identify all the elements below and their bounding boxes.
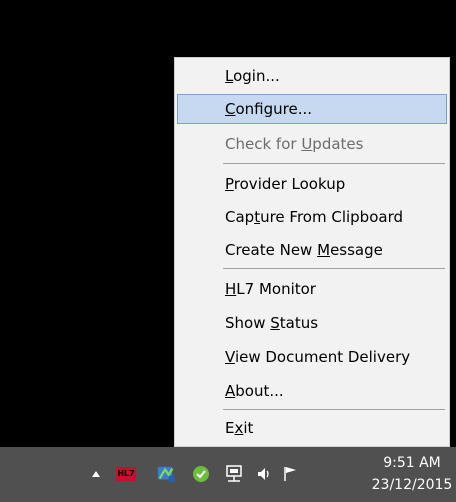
network-icon[interactable] [224, 464, 244, 484]
menu-separator [223, 268, 445, 269]
security-shield-icon[interactable] [191, 464, 211, 484]
hl7-app-tray-icon[interactable]: HL7 [116, 464, 136, 484]
speaker-volume-icon[interactable] [254, 464, 274, 484]
menu-separator [223, 163, 445, 164]
menu-item-show-status[interactable]: Show Status [177, 308, 447, 338]
clock-date: 23/12/2015 [371, 477, 453, 493]
menu-item-check-for-updates[interactable]: Check for Updates [177, 129, 447, 159]
menu-item-view-document-delivery[interactable]: View Document Delivery [177, 342, 447, 372]
taskbar: HL7 9:51 AM 23/12/2015 [0, 447, 456, 502]
menu-item-create-new-message[interactable]: Create New Message [177, 235, 447, 265]
menu-item-login[interactable]: Login... [177, 61, 447, 91]
taskbar-clock[interactable]: 9:51 AM 23/12/2015 [370, 452, 454, 496]
menu-separator [223, 409, 445, 410]
action-center-flag-icon[interactable] [280, 464, 300, 484]
menu-item-configure[interactable]: Configure... [177, 94, 447, 124]
tray-context-menu: Login... Configure... Check for Updates … [174, 57, 450, 447]
show-hidden-icons-chevron-up-icon[interactable] [86, 464, 106, 484]
clock-time: 9:51 AM [383, 455, 441, 471]
menu-item-provider-lookup[interactable]: Provider Lookup [177, 169, 447, 199]
menu-item-about[interactable]: About... [177, 376, 447, 406]
app-globe-tray-icon[interactable] [156, 464, 176, 484]
menu-item-exit[interactable]: Exit [177, 413, 447, 443]
menu-item-capture-from-clipboard[interactable]: Capture From Clipboard [177, 202, 447, 232]
menu-item-hl7-monitor[interactable]: HL7 Monitor [177, 274, 447, 304]
